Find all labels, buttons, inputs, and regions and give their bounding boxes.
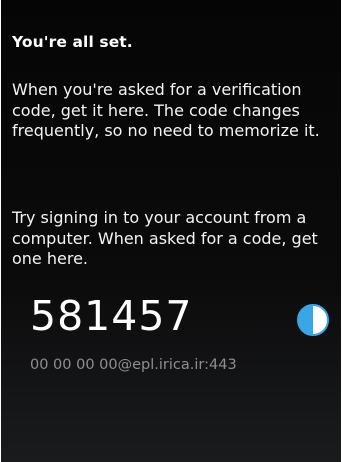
token-row[interactable]: 581457 [1,292,341,352]
instruction-text-verification: When you're asked for a verification cod… [12,80,320,140]
instruction-text-sign-in: Try signing in to your account from a co… [12,208,318,268]
verification-code[interactable]: 581457 [30,292,193,340]
countdown-pie-icon [297,304,329,336]
screenshot-frame: You're all set. When you're asked for a … [0,0,342,462]
account-name: 00 00 00 00@epl.irica.ir:443 [30,357,237,373]
authenticator-screen: You're all set. When you're asked for a … [1,0,341,462]
page-title: You're all set. [12,33,133,51]
